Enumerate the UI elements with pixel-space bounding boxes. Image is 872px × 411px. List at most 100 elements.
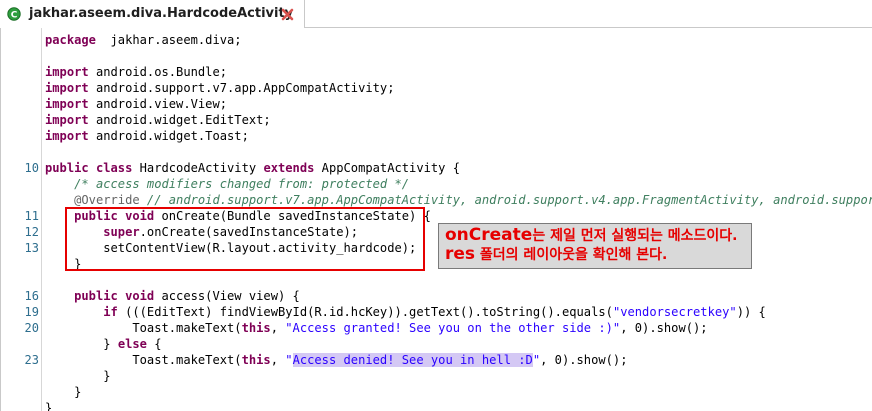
- code-text: package jakhar.aseem.diva;: [45, 32, 242, 48]
- code-line: 23 Toast.makeText(this, "Access denied! …: [1, 352, 872, 368]
- code-text: import android.os.Bundle;: [45, 64, 227, 80]
- code-text: /* access modifiers changed from: protec…: [45, 176, 409, 192]
- line-number: 19: [24, 305, 39, 319]
- code-token: AppCompatActivity {: [314, 161, 461, 175]
- line-number: 10: [24, 161, 39, 175]
- code-token: , 0).show();: [540, 353, 628, 367]
- code-line: package jakhar.aseem.diva;: [1, 32, 872, 48]
- keyword-token: void: [125, 289, 155, 303]
- code-line: }: [1, 400, 872, 411]
- annotation-token: @Override: [74, 193, 140, 207]
- code-text: }: [45, 384, 81, 400]
- keyword-token: import: [45, 81, 89, 95]
- code-line: }: [1, 368, 872, 384]
- code-line: import android.widget.Toast;: [1, 128, 872, 144]
- class-file-icon: C: [7, 7, 21, 21]
- code-token: Toast.makeText(: [45, 321, 242, 335]
- keyword-token: class: [95, 161, 133, 175]
- line-number: 12: [24, 225, 39, 239]
- line-number: 23: [24, 353, 39, 367]
- code-token: ,: [270, 353, 286, 367]
- keyword-token: package: [45, 33, 96, 47]
- code-text: if (((EditText) findViewById(R.id.hcKey)…: [45, 304, 766, 320]
- code-token: Toast.makeText(: [45, 353, 242, 367]
- string-token: "Access granted! See you on the other si…: [285, 321, 621, 335]
- code-line: }: [1, 384, 872, 400]
- tab-title: jakhar.aseem.diva.HardcodeActivity: [29, 6, 294, 21]
- code-line: @Override // android.support.v7.app.AppC…: [1, 192, 872, 208]
- code-token: android.view.View;: [88, 97, 228, 111]
- code-token: android.widget.EditText;: [88, 113, 271, 127]
- code-text: public void access(View view) {: [45, 288, 300, 304]
- callout-res-keyword: res: [445, 244, 476, 264]
- code-text: public class HardcodeActivity extends Ap…: [45, 160, 460, 176]
- code-token: , 0).show();: [620, 321, 708, 335]
- callout-line2-text: 폴더의 레이아웃을 확인해 본다.: [475, 247, 668, 263]
- code-token: HardcodeActivity: [132, 161, 264, 175]
- code-line: 10 public class HardcodeActivity extends …: [1, 160, 872, 176]
- code-line: 20 Toast.makeText(this, "Access granted!…: [1, 320, 872, 336]
- code-token: ,: [270, 321, 286, 335]
- code-text: import android.view.View;: [45, 96, 227, 112]
- string-token: ": [285, 353, 293, 367]
- code-text: }: [45, 368, 111, 384]
- keyword-token: import: [45, 113, 89, 127]
- editor-tab-bar: C jakhar.aseem.diva.HardcodeActivity: [0, 0, 872, 28]
- callout-oncreate-keyword: onCreate: [445, 225, 533, 245]
- string-token: "vendorsecretkey": [612, 305, 737, 319]
- keyword-token: import: [45, 129, 89, 143]
- code-token: access(View view) {: [154, 289, 300, 303]
- comment-token: /* access modifiers changed from: protec…: [74, 177, 410, 191]
- code-text: Toast.makeText(this, "Access denied! See…: [45, 352, 628, 368]
- code-line: import android.view.View;: [1, 96, 872, 112]
- code-token: jakhar.aseem.diva;: [95, 33, 242, 47]
- code-line: import android.support.v7.app.AppCompatA…: [1, 80, 872, 96]
- annotation-callout: onCreate는 제일 먼저 실행되는 메소드이다. res 폴더의 레이아웃…: [438, 223, 752, 269]
- code-token: {: [146, 337, 162, 351]
- keyword-token: public: [74, 289, 118, 303]
- keyword-token: this: [241, 353, 271, 367]
- keyword-token: this: [241, 321, 271, 335]
- callout-line1-text: 는 제일 먼저 실행되는 메소드이다.: [532, 228, 738, 244]
- code-token: android.support.v7.app.AppCompatActivity…: [88, 81, 395, 95]
- code-text: @Override // android.support.v7.app.AppC…: [45, 192, 872, 208]
- code-token: }: [45, 337, 118, 351]
- code-token: }: [45, 401, 53, 411]
- code-token: }: [45, 385, 82, 399]
- keyword-token: public: [45, 161, 89, 175]
- code-line: import android.os.Bundle;: [1, 64, 872, 80]
- line-number: 16: [24, 289, 39, 303]
- close-icon[interactable]: [281, 8, 294, 21]
- code-token: (((EditText) findViewById(R.id.hcKey)).g…: [117, 305, 613, 319]
- code-text: Toast.makeText(this, "Access granted! Se…: [45, 320, 708, 336]
- line-number: 13: [24, 241, 39, 255]
- code-text: }: [45, 400, 52, 411]
- code-editor[interactable]: package jakhar.aseem.diva; import android…: [0, 28, 872, 411]
- keyword-token: else: [117, 337, 147, 351]
- code-token: android.widget.Toast;: [88, 129, 249, 143]
- comment-token: // android.support.v7.app.AppCompatActiv…: [139, 193, 872, 207]
- code-text: import android.support.v7.app.AppCompatA…: [45, 80, 395, 96]
- code-text: } else {: [45, 336, 162, 352]
- code-line: /* access modifiers changed from: protec…: [1, 176, 872, 192]
- line-number: 11: [24, 209, 39, 223]
- svg-text:C: C: [11, 11, 18, 21]
- code-token: }: [45, 369, 111, 383]
- code-token: android.os.Bundle;: [88, 65, 228, 79]
- keyword-token: if: [103, 305, 118, 319]
- keyword-token: import: [45, 65, 89, 79]
- tab-hardcode-activity[interactable]: C jakhar.aseem.diva.HardcodeActivity: [0, 0, 305, 28]
- line-number: 20: [24, 321, 39, 335]
- keyword-token: import: [45, 97, 89, 111]
- code-line: 19 if (((EditText) findViewById(R.id.hcK…: [1, 304, 872, 320]
- oncreate-highlight-box: [65, 207, 425, 271]
